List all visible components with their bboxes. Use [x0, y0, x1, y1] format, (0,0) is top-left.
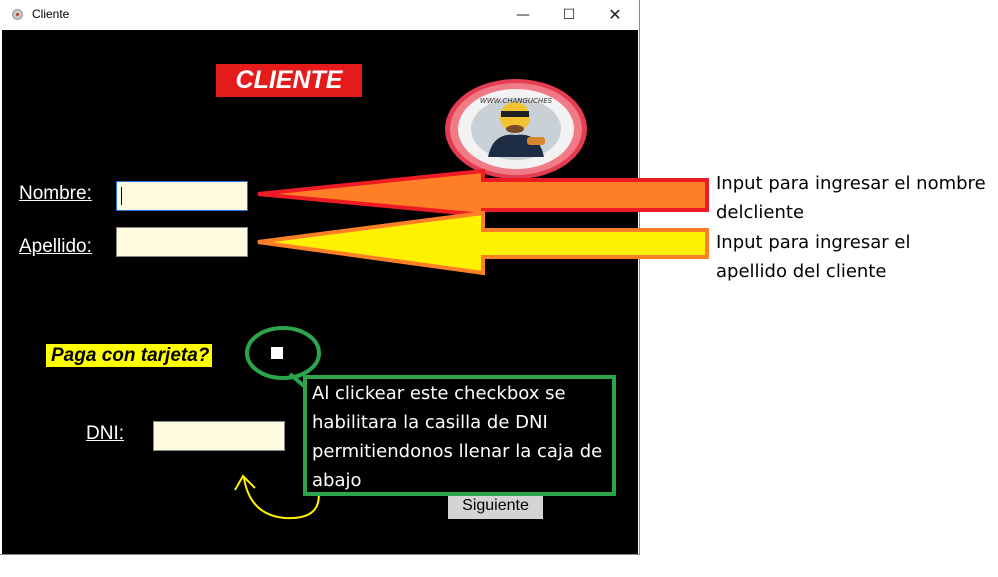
annotation-nombre: Input para ingresar el nombre delcliente [716, 173, 986, 223]
svg-text:WWW.CHANGUCHES: WWW.CHANGUCHES [480, 97, 553, 105]
apellido-label: Apellido: [19, 236, 92, 257]
nombre-label: Nombre: [19, 183, 92, 204]
text-caret [121, 187, 122, 205]
paga-con-tarjeta-label: Paga con tarjeta? [46, 344, 213, 367]
annotation-apellido: Input para ingresar el apellido del clie… [716, 232, 911, 282]
form-title: CLIENTE [216, 64, 362, 97]
nombre-input[interactable] [116, 181, 248, 211]
dni-input[interactable] [153, 421, 285, 451]
changuches-logo: WWW.CHANGUCHES [445, 79, 587, 179]
tarjeta-checkbox[interactable] [271, 347, 283, 359]
dni-label: DNI: [86, 423, 124, 444]
minimize-button[interactable]: — [500, 0, 546, 30]
annotation-checkbox: Al clickear este checkbox se habilitara … [303, 375, 616, 496]
app-icon [12, 9, 23, 20]
maximize-button[interactable]: ☐ [546, 0, 592, 30]
apellido-input[interactable] [116, 227, 248, 257]
window-title: Cliente [32, 7, 70, 21]
title-bar: Cliente — ☐ ✕ [0, 0, 639, 30]
siguiente-button[interactable]: Siguiente [448, 492, 543, 519]
close-button[interactable]: ✕ [592, 0, 638, 30]
